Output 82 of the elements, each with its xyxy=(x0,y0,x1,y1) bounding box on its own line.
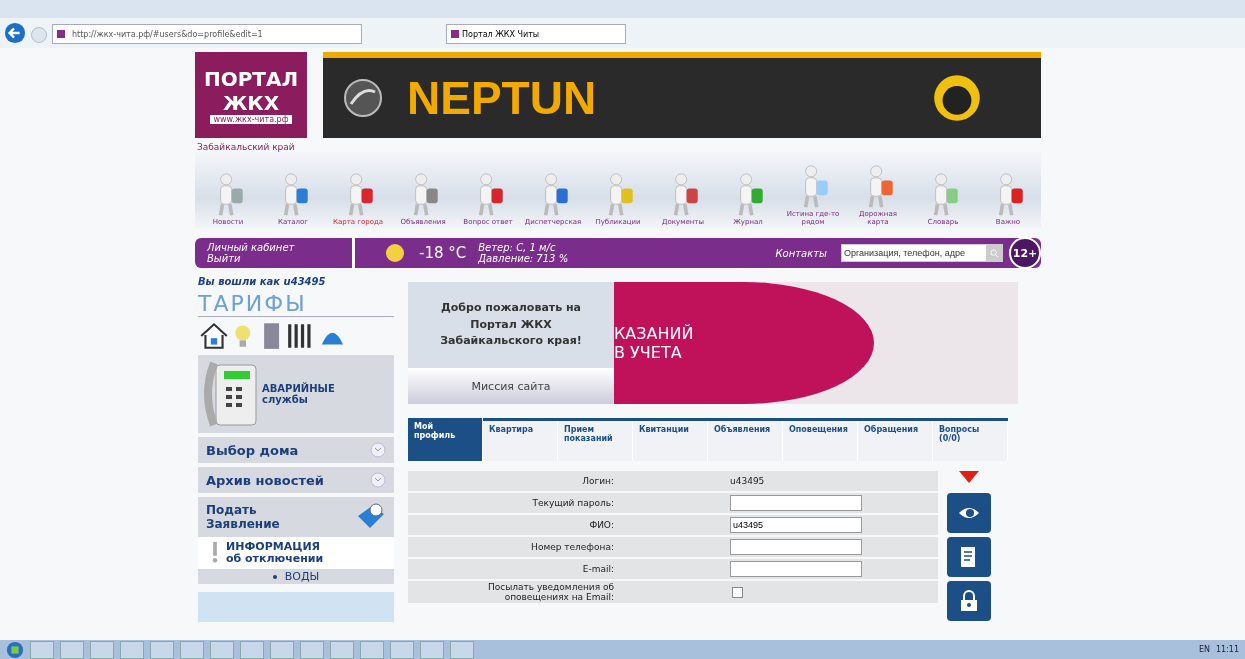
field-label: E-mail: xyxy=(581,563,614,575)
age-rating-badge: 12+ xyxy=(1009,237,1041,269)
application-subtitle: Заявление xyxy=(206,517,280,531)
search-field[interactable]: Организация, телефон, адре xyxy=(841,244,1003,262)
slide-text: В УЧЕТА xyxy=(614,343,683,362)
slide-banner[interactable]: КАЗАНИЙ В УЧЕТА xyxy=(614,282,1018,404)
input-field[interactable] xyxy=(730,539,862,555)
field-label: ФИО: xyxy=(588,519,614,531)
profile-tab[interactable]: Обращения xyxy=(858,421,933,461)
field-label: Логин: xyxy=(581,475,614,487)
sun-icon xyxy=(385,243,405,263)
field-label: Текущий пароль: xyxy=(531,497,614,509)
portal-logo[interactable]: ПОРТАЛ ЖКХ www.жкх-чита.рф xyxy=(195,52,307,138)
search-icon xyxy=(989,248,999,258)
wind-text: Ветер: С, 1 м/с xyxy=(478,242,557,253)
search-button[interactable] xyxy=(986,245,1002,261)
input-field[interactable] xyxy=(730,495,862,511)
taskbar-app-icon[interactable] xyxy=(390,640,414,659)
language-indicator[interactable]: EN xyxy=(1198,645,1210,654)
forward-icon[interactable] xyxy=(30,26,48,44)
sidebar-menu-item[interactable]: Выбор дома xyxy=(198,437,394,463)
taskbar-app-icon[interactable] xyxy=(240,640,264,659)
welcome-text: Добро пожаловать на Портал ЖКХ Забайкальского края! xyxy=(439,300,583,350)
advertising-banner[interactable]: NEPTUN xyxy=(323,52,1041,138)
temperature: -18 °C xyxy=(419,244,467,262)
contacts-link[interactable]: Контакты xyxy=(775,247,827,259)
checkbox[interactable] xyxy=(732,586,743,598)
cabinet-link[interactable]: Личный кабинет xyxy=(207,242,352,253)
address-bar[interactable]: http://жкх-чита.рф/#users&do=profile&edit=1 xyxy=(52,24,362,44)
edit-button[interactable] xyxy=(947,537,991,577)
profile-tab[interactable]: Объявления xyxy=(708,421,783,461)
password-button[interactable] xyxy=(947,581,991,621)
outage-subtitle: об отключении xyxy=(226,553,324,566)
start-button[interactable] xyxy=(6,640,24,659)
taskbar-app-icon[interactable] xyxy=(360,640,384,659)
field-label: Номер телефона: xyxy=(530,541,614,553)
taskbar-app-icon[interactable] xyxy=(450,640,474,659)
input-field[interactable] xyxy=(730,561,862,577)
taskbar-app-icon[interactable] xyxy=(30,640,54,659)
taskbar-app-icon[interactable] xyxy=(270,640,294,659)
taskbar-app-icon[interactable] xyxy=(150,640,174,659)
view-button[interactable] xyxy=(947,493,991,533)
taskbar-app-icon[interactable] xyxy=(210,640,234,659)
back-icon[interactable] xyxy=(4,22,26,44)
exclamation-icon xyxy=(212,542,218,565)
profile-tab[interactable]: Квитанции xyxy=(633,421,708,461)
profile-tab[interactable]: Вопросы (0/0) xyxy=(933,421,1008,461)
browser-tab[interactable]: Портал ЖКХ Читы xyxy=(446,24,626,44)
field-label: Посылать уведомления об оповещениях на Email: xyxy=(486,581,614,603)
input-field[interactable]: u43495 xyxy=(730,517,862,533)
taskbar-app-icon[interactable] xyxy=(180,640,204,659)
taskbar-app-icon[interactable] xyxy=(330,640,354,659)
chevron-down-icon xyxy=(370,472,386,488)
taskbar-app-icon[interactable] xyxy=(90,640,114,659)
taskbar-app-icon[interactable] xyxy=(420,640,444,659)
clock[interactable]: 11:11 xyxy=(1215,645,1239,654)
emergency-subtitle: службы xyxy=(262,394,309,405)
region-label: Забайкальский край xyxy=(197,142,296,152)
outage-link[interactable]: ВОДЫ xyxy=(284,570,320,584)
logout-link[interactable]: Выйти xyxy=(207,253,352,264)
application-title: Подать xyxy=(206,503,258,517)
sidebar-menu-item[interactable]: Архив новостей xyxy=(198,467,394,493)
down-arrow-icon xyxy=(959,471,979,483)
slide-text: КАЗАНИЙ xyxy=(614,324,695,343)
profile-tab[interactable]: Квартира xyxy=(483,421,558,461)
pressure-text: Давление: 713 % xyxy=(478,253,569,264)
profile-tab[interactable]: Мой профиль xyxy=(408,418,483,461)
application-banner[interactable]: Подать Заявление xyxy=(198,497,394,537)
taskbar-app-icon[interactable] xyxy=(60,640,84,659)
outage-info-banner[interactable]: ИНФОРМАЦИЯ об отключении xyxy=(198,537,394,570)
profile-tab[interactable]: Оповещения xyxy=(783,421,858,461)
taskbar-app-icon[interactable] xyxy=(300,640,324,659)
outage-title: ИНФОРМАЦИЯ xyxy=(226,541,322,553)
bullet-icon xyxy=(272,574,277,579)
profile-tab[interactable]: Прием показаний xyxy=(558,421,633,461)
login-value: u43495 xyxy=(730,476,765,486)
emergency-title: АВАРИЙНЫЕ xyxy=(262,383,335,394)
mission-button[interactable]: Миссия сайта xyxy=(408,368,614,404)
chevron-down-icon xyxy=(370,442,386,458)
emergency-services-banner[interactable]: АВАРИЙНЫЕ службы xyxy=(198,355,394,433)
logged-in-text: Вы вошли как u43495 xyxy=(198,276,327,287)
taskbar-app-icon[interactable] xyxy=(120,640,144,659)
